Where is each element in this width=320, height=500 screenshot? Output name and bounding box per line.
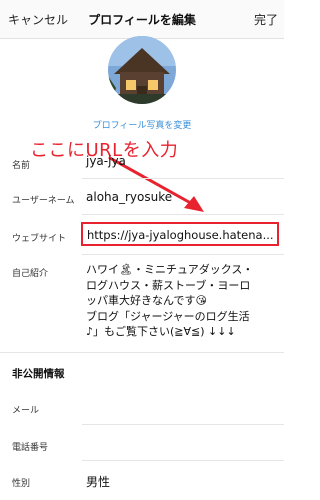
bio-line: ブログ「ジャージャーのログ生活	[86, 309, 250, 323]
divider	[82, 178, 284, 179]
username-field[interactable]: aloha_ryosuke	[86, 190, 172, 204]
username-label: ユーザーネーム	[12, 196, 75, 206]
gender-field[interactable]: 男性	[86, 473, 110, 490]
email-label: メール	[12, 406, 40, 416]
done-button[interactable]: 完了	[254, 11, 278, 28]
bio-line: ッパ車大好きなんです😘	[86, 294, 207, 307]
profile-photo-image	[108, 36, 176, 104]
gender-label: 性別	[12, 479, 31, 489]
divider	[82, 254, 284, 255]
divider	[82, 214, 284, 215]
divider	[82, 424, 284, 425]
private-info-title: 非公開情報	[12, 368, 65, 380]
website-highlight-box: https://jya-jyaloghouse.hatena...	[81, 222, 279, 246]
name-label: 名前	[12, 161, 31, 171]
divider	[82, 460, 284, 461]
page-title: プロフィールを編集	[88, 13, 196, 27]
website-field[interactable]: https://jya-jyaloghouse.hatena...	[87, 228, 274, 242]
bio-line: ハワイ🏝・ミニチュアダックス・	[86, 263, 254, 276]
bio-line: ログハウス・薪ストーブ・ヨーロ	[86, 278, 251, 292]
website-label: ウェブサイト	[12, 234, 67, 244]
bio-label: 自己紹介	[12, 269, 49, 279]
profile-photo[interactable]	[108, 36, 176, 104]
name-field[interactable]: jya-jya	[86, 154, 126, 168]
phone-label: 電話番号	[12, 443, 49, 453]
bio-line: ♪」もご覧下さい(≧∀≦) ↓↓↓	[86, 325, 236, 338]
bio-field[interactable]: ハワイ🏝・ミニチュアダックス・ ログハウス・薪ストーブ・ヨーロ ッパ車大好きなん…	[86, 262, 276, 340]
top-bar: キャンセル プロフィールを編集 完了	[0, 0, 284, 39]
section-divider	[0, 352, 284, 353]
change-profile-photo-link[interactable]: プロフィール写真を変更	[0, 118, 284, 131]
